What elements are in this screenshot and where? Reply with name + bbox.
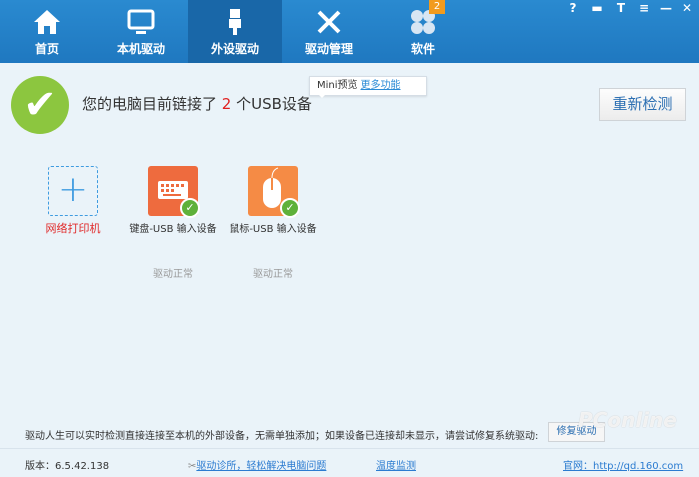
official-site-link[interactable]: 官网：http://qd.160.com — [563, 457, 683, 472]
monitor-icon — [127, 9, 155, 34]
add-network-printer[interactable]: + 网络打印机 — [23, 166, 123, 236]
version-label: 版本：6.5.42.138 — [25, 461, 110, 472]
success-check-icon: ✔ — [11, 76, 69, 134]
tab-home[interactable]: 首页 — [0, 0, 94, 63]
temperature-monitor-link[interactable]: 温度监测 — [376, 457, 416, 472]
usb-count: 2 — [221, 95, 232, 113]
home-icon — [34, 10, 60, 34]
driver-clinic-link[interactable]: ✂驱动诊所，轻松解决电脑问题 — [188, 457, 326, 472]
more-features-link[interactable]: 更多功能 — [361, 80, 401, 91]
software-update-badge: 2 — [429, 0, 445, 14]
minimize-button[interactable]: — — [658, 1, 674, 15]
menu-icon[interactable]: ≡ — [636, 1, 652, 15]
tab-software[interactable]: 软件 — [376, 0, 470, 63]
tab-peripheral-drivers[interactable]: 外设驱动 — [188, 0, 282, 63]
hint-text: 驱动人生可以实时检测直接连接至本机的外部设备，无需单独添加；如果设备已连接却未显… — [25, 431, 539, 442]
device-keyboard[interactable]: ✓ 键盘-USB 输入设备 驱动正常 — [123, 166, 223, 280]
tools-icon — [317, 10, 341, 34]
mouse-icon: ✓ — [248, 166, 300, 218]
tab-local-drivers[interactable]: 本机驱动 — [94, 0, 188, 63]
usb-status-text: 您的电脑目前链接了 2 个USB设备 — [82, 95, 312, 113]
ok-check-icon: ✓ — [280, 198, 300, 218]
help-icon[interactable]: ? — [565, 1, 581, 15]
plus-icon: + — [48, 166, 98, 216]
feedback-icon[interactable]: ▬ — [589, 1, 605, 15]
tab-driver-management[interactable]: 驱动管理 — [282, 0, 376, 63]
footer-divider — [0, 448, 699, 449]
keyboard-icon: ✓ — [148, 166, 200, 218]
mini-preview-tooltip: Mini预览 更多功能 — [309, 76, 427, 98]
usb-icon — [229, 9, 241, 35]
close-button[interactable]: ✕ — [679, 1, 695, 15]
skin-icon[interactable]: T — [613, 1, 629, 15]
pconline-watermark: PConline — [578, 408, 677, 432]
top-nav-bar: 首页 本机驱动 外设驱动 驱动管理 软件 2 ? ▬ T ≡ — ✕ — [0, 0, 699, 63]
ok-check-icon: ✓ — [180, 198, 200, 218]
device-mouse[interactable]: ✓ 鼠标-USB 输入设备 驱动正常 — [223, 166, 323, 280]
recheck-button[interactable]: 重新检测 — [599, 88, 686, 121]
